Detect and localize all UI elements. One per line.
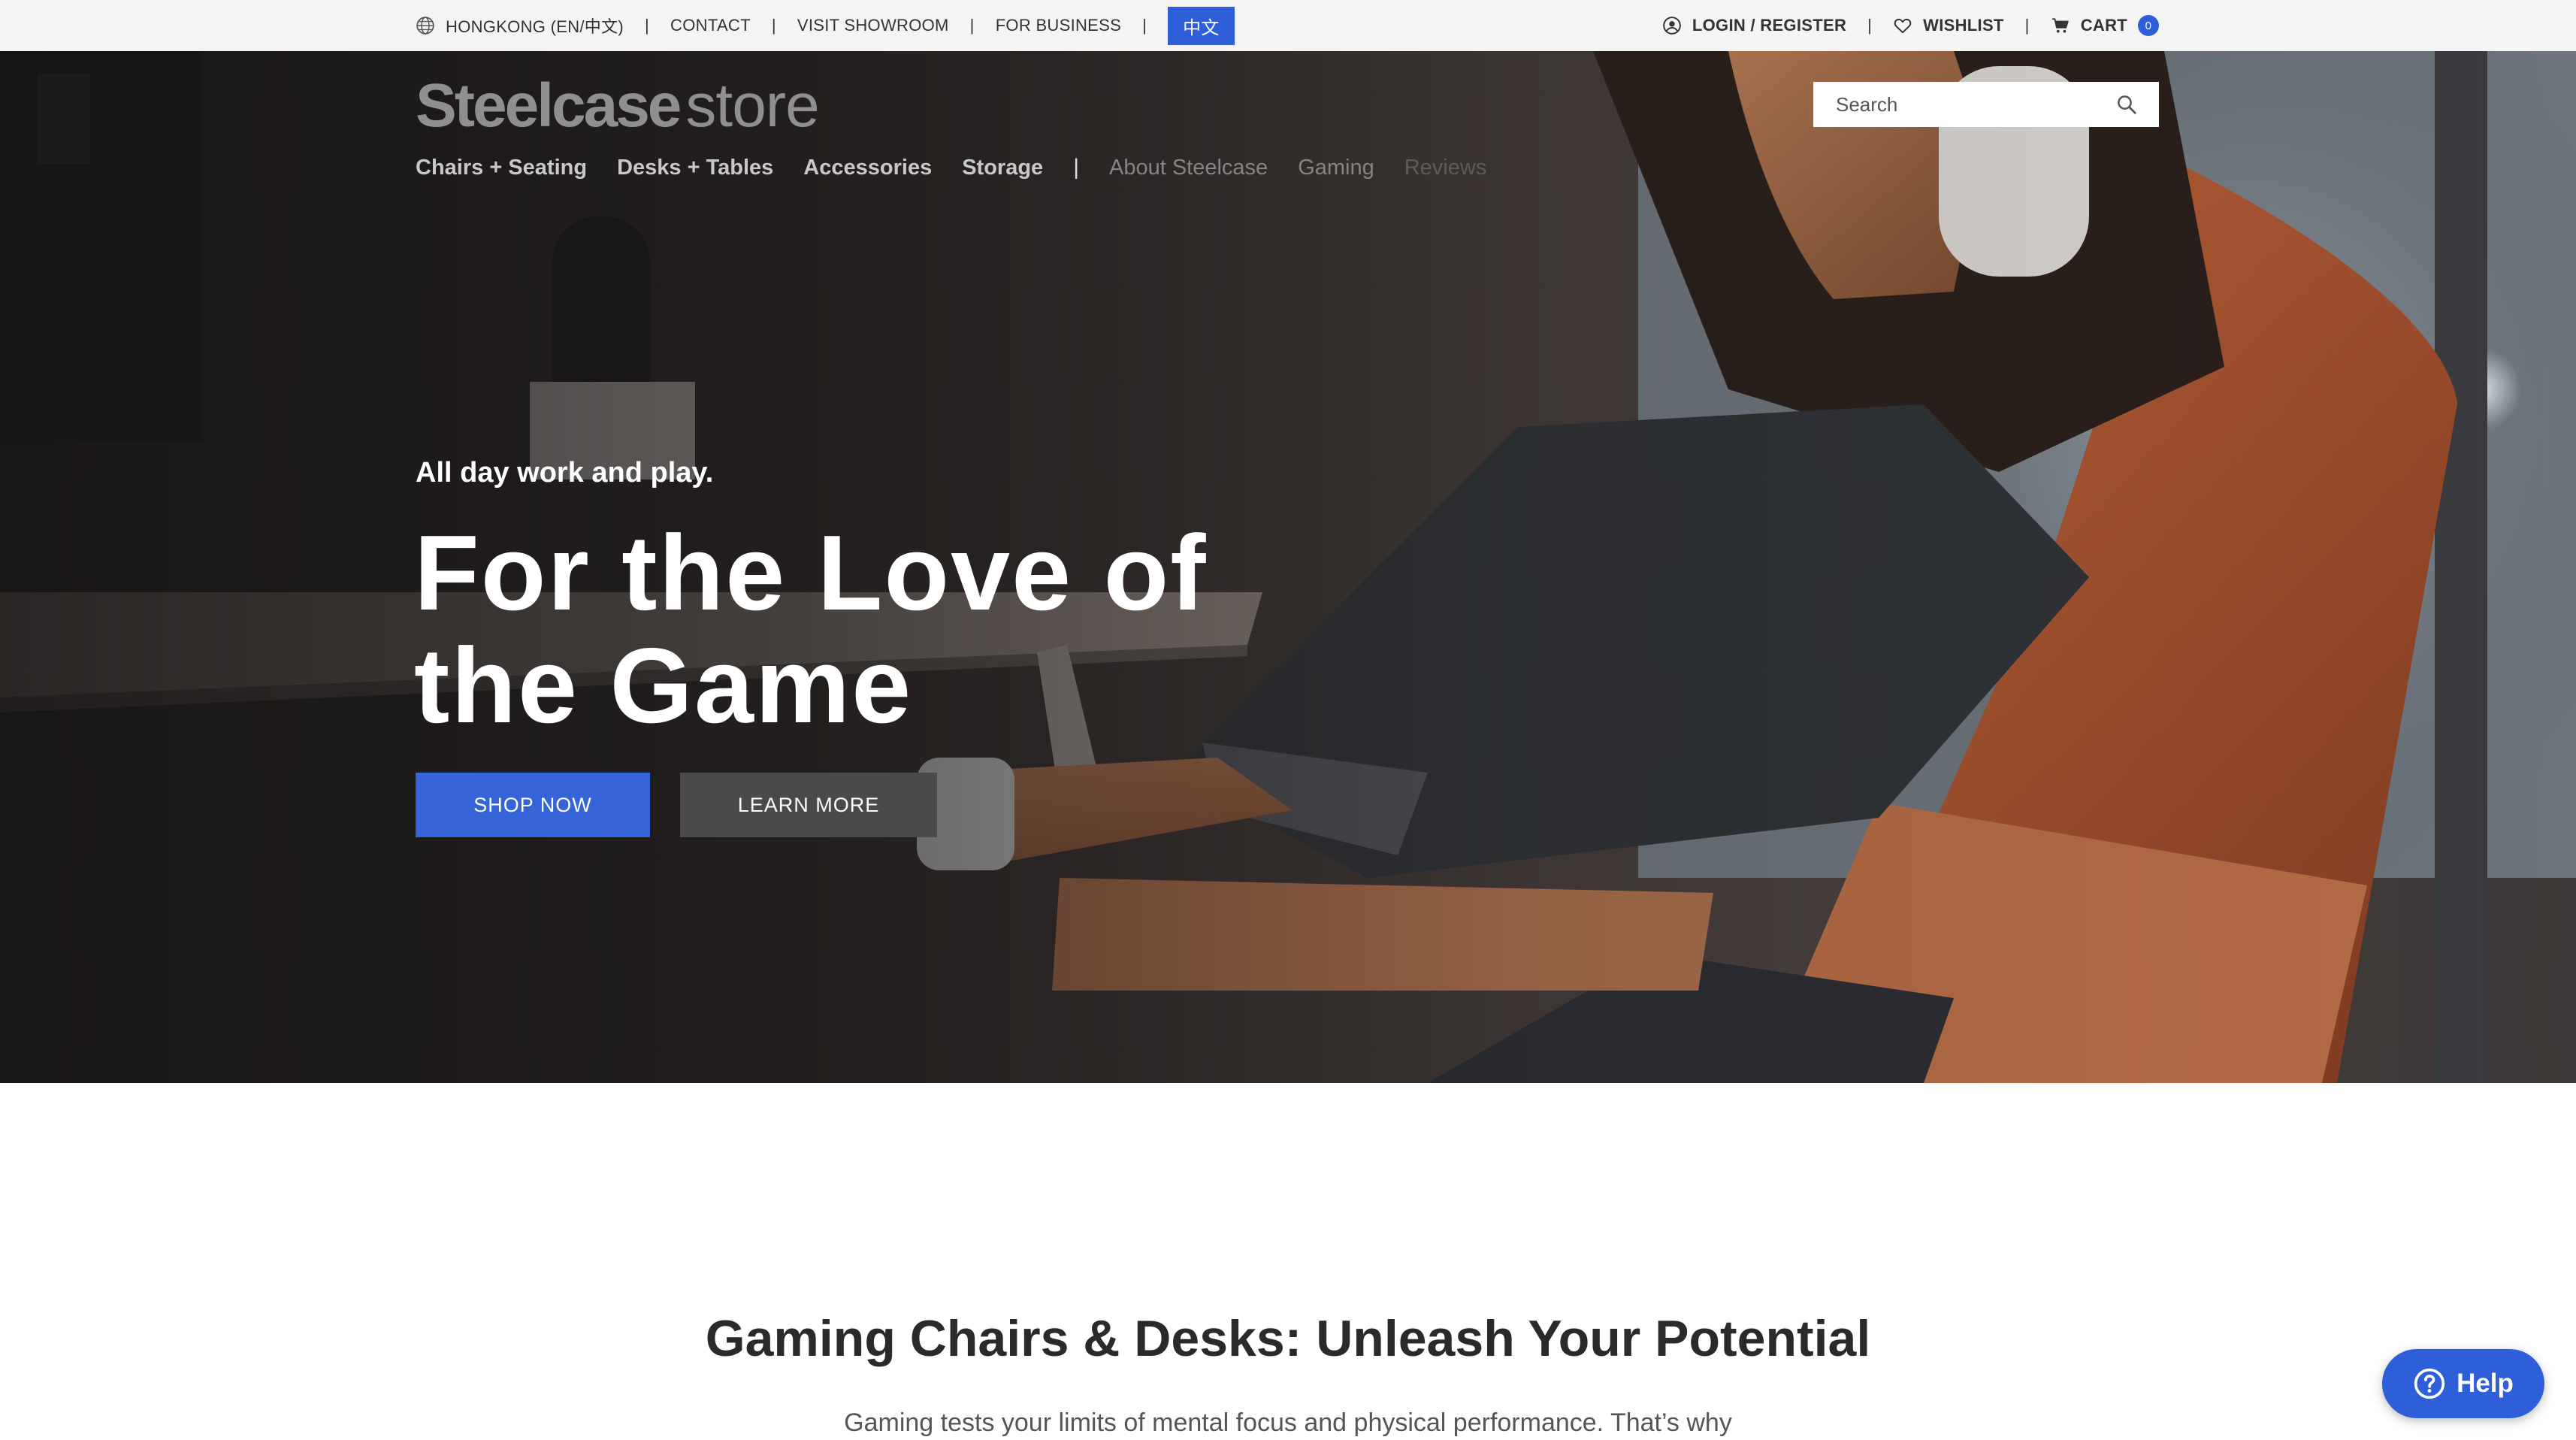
help-label: Help <box>2457 1369 2514 1398</box>
hero-eyebrow: All day work and play. <box>416 457 714 489</box>
logo-suffix: store <box>685 71 819 140</box>
globe-icon <box>416 16 435 35</box>
shop-now-button[interactable]: SHOP NOW <box>416 773 650 837</box>
hero-headline: For the Love of the Game <box>414 517 1316 743</box>
hero-banner: Steelcasestore Chairs + Seating Desks + … <box>0 51 2576 1083</box>
nav-item-desks-tables[interactable]: Desks + Tables <box>617 156 773 180</box>
separator: | <box>771 16 776 35</box>
steelcase-store-logo[interactable]: Steelcasestore <box>416 75 820 137</box>
contact-link[interactable]: CONTACT <box>670 16 751 35</box>
user-circle-icon <box>1662 16 1682 35</box>
main-navigation: Chairs + Seating Desks + Tables Accessor… <box>416 155 1486 180</box>
section-title: Gaming Chairs & Desks: Unleash Your Pote… <box>705 1310 1871 1367</box>
nav-divider: | <box>1073 155 1079 180</box>
cart-link[interactable]: CART 0 <box>2051 15 2159 36</box>
separator: | <box>645 16 650 35</box>
visit-showroom-link[interactable]: VISIT SHOWROOM <box>797 16 949 35</box>
utility-right: LOGIN / REGISTER | WISHLIST | CART 0 <box>1662 0 2159 51</box>
question-circle-icon <box>2413 1367 2446 1400</box>
logo-brand: Steelcase <box>416 71 682 140</box>
login-register-link[interactable]: LOGIN / REGISTER <box>1662 16 1846 35</box>
section-intro-text: Gaming tests your limits of mental focus… <box>844 1408 1732 1437</box>
nav-item-reviews[interactable]: Reviews <box>1404 156 1487 180</box>
separator: | <box>1142 16 1147 35</box>
region-label: HONGKONG (EN/中文) <box>446 17 624 36</box>
cart-label: CART <box>2080 16 2127 35</box>
learn-more-button[interactable]: LEARN MORE <box>680 773 937 837</box>
language-toggle-button[interactable]: 中文 <box>1168 6 1235 45</box>
search-input[interactable] <box>1834 92 2115 117</box>
nav-item-chairs-seating[interactable]: Chairs + Seating <box>416 156 587 180</box>
nav-item-storage[interactable]: Storage <box>962 156 1043 180</box>
utility-bar: HONGKONG (EN/中文) | CONTACT | VISIT SHOWR… <box>0 0 2576 52</box>
hero-headline-line1: For the Love of <box>414 513 1208 633</box>
separator: | <box>1867 16 1873 35</box>
search-box <box>1813 82 2159 127</box>
nav-item-accessories[interactable]: Accessories <box>803 156 932 180</box>
help-button[interactable]: Help <box>2382 1349 2544 1418</box>
cart-icon <box>2051 16 2070 35</box>
utility-left: HONGKONG (EN/中文) | CONTACT | VISIT SHOWR… <box>416 0 1235 51</box>
nav-item-about-steelcase[interactable]: About Steelcase <box>1109 156 1268 180</box>
for-business-link[interactable]: FOR BUSINESS <box>996 16 1121 35</box>
region-selector[interactable]: HONGKONG (EN/中文) <box>416 14 624 38</box>
cart-count-badge: 0 <box>2138 15 2159 36</box>
separator: | <box>969 16 975 35</box>
separator: | <box>2024 16 2030 35</box>
hero-headline-line2: the Game <box>414 626 913 746</box>
login-register-label: LOGIN / REGISTER <box>1692 16 1847 35</box>
wishlist-label: WISHLIST <box>1923 16 2004 35</box>
wishlist-link[interactable]: WISHLIST <box>1893 16 2004 35</box>
nav-item-gaming[interactable]: Gaming <box>1298 156 1374 180</box>
search-icon[interactable] <box>2115 93 2138 116</box>
heart-icon <box>1893 16 1912 35</box>
